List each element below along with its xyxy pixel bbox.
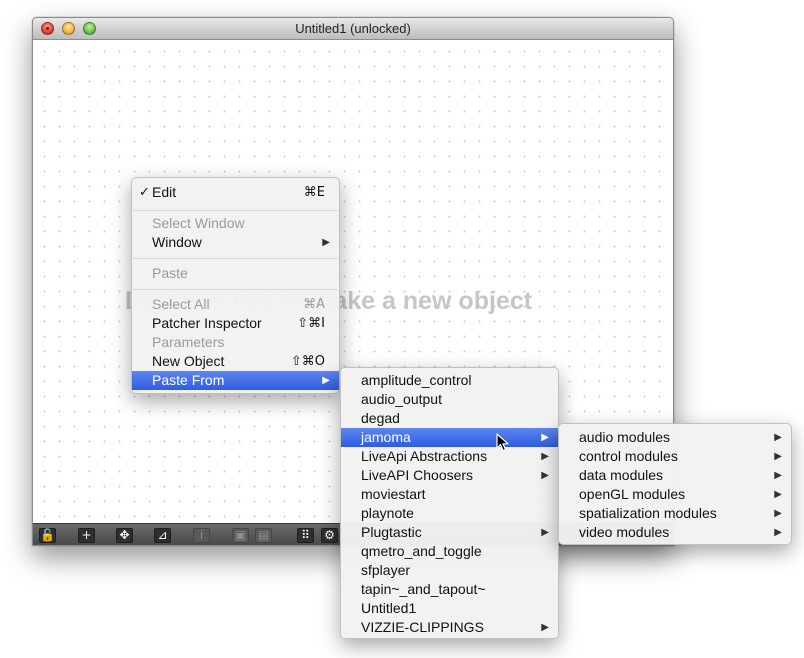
menu-item-spatialization-modules[interactable]: spatialization modules ▶ [559, 504, 791, 523]
submenu-arrow-icon: ▶ [774, 508, 782, 519]
submenu-arrow-icon: ▶ [541, 527, 549, 538]
object-icon[interactable]: ▣ [232, 528, 249, 543]
menu-item-video-modules[interactable]: video modules ▶ [559, 523, 791, 542]
minimize-window-button[interactable] [62, 22, 75, 35]
menu-item-edit[interactable]: ✓ Edit ⌘E [132, 183, 339, 202]
presentation-icon[interactable]: ⊿ [154, 528, 171, 543]
object-stack-icon[interactable]: ▤ [255, 528, 272, 543]
menu-item-amplitude-control[interactable]: amplitude_control [341, 371, 558, 390]
move-icon[interactable]: ✥ [116, 528, 133, 543]
window-title: Untitled1 (unlocked) [295, 21, 411, 36]
menu-item-liveapi-abstractions[interactable]: LiveApi Abstractions ▶ [341, 447, 558, 466]
grid-icon[interactable]: ⠿ [297, 528, 314, 543]
submenu-arrow-icon: ▶ [774, 451, 782, 462]
submenu-arrow-icon: ▶ [774, 470, 782, 481]
menu-item-degad[interactable]: degad [341, 409, 558, 428]
submenu-arrow-icon: ▶ [541, 451, 549, 462]
menu-item-select-window[interactable]: Select Window [132, 214, 339, 233]
menu-separator [133, 210, 338, 211]
menu-item-sfplayer[interactable]: sfplayer [341, 561, 558, 580]
menu-item-opengl-modules[interactable]: openGL modules ▶ [559, 485, 791, 504]
menu-item-paste[interactable]: Paste [132, 264, 339, 283]
menu-item-data-modules[interactable]: data modules ▶ [559, 466, 791, 485]
menu-item-window[interactable]: Window ▶ [132, 233, 339, 252]
menu-item-paste-from[interactable]: Paste From ▶ [132, 371, 339, 390]
submenu-arrow-icon: ▶ [541, 622, 549, 633]
menu-item-audio-modules[interactable]: audio modules ▶ [559, 428, 791, 447]
jamoma-submenu: audio modules ▶ control modules ▶ data mod… [558, 423, 792, 545]
menu-item-control-modules[interactable]: control modules ▶ [559, 447, 791, 466]
menu-item-untitled1[interactable]: Untitled1 [341, 599, 558, 618]
lock-icon[interactable]: 🔓 [39, 528, 56, 543]
plus-icon[interactable]: + [78, 528, 95, 543]
title-bar[interactable]: Untitled1 (unlocked) [33, 18, 673, 40]
submenu-arrow-icon: ▶ [541, 470, 549, 481]
checkmark-icon: ✓ [139, 185, 150, 200]
menu-item-parameters[interactable]: Parameters [132, 333, 339, 352]
menu-item-tapin-and-tapout[interactable]: tapin~_and_tapout~ [341, 580, 558, 599]
submenu-arrow-icon: ▶ [322, 237, 330, 248]
submenu-arrow-icon: ▶ [541, 432, 549, 443]
menu-separator [133, 258, 338, 259]
menu-item-new-object[interactable]: New Object ⇧⌘O [132, 352, 339, 371]
menu-item-plugtastic[interactable]: Plugtastic ▶ [341, 523, 558, 542]
submenu-arrow-icon: ▶ [774, 489, 782, 500]
menu-item-patcher-inspector[interactable]: Patcher Inspector ⇧⌘I [132, 314, 339, 333]
menu-item-audio-output[interactable]: audio_output [341, 390, 558, 409]
menu-item-jamoma[interactable]: jamoma ▶ [341, 428, 558, 447]
menu-item-liveapi-choosers[interactable]: LiveAPI Choosers ▶ [341, 466, 558, 485]
close-window-button[interactable] [41, 22, 54, 35]
context-menu: ✓ Edit ⌘E Select Window Window ▶ Paste S… [131, 177, 340, 394]
menu-item-select-all[interactable]: Select All ⌘A [132, 295, 339, 314]
submenu-arrow-icon: ▶ [774, 432, 782, 443]
zoom-window-button[interactable] [83, 22, 96, 35]
paste-from-submenu: amplitude_control audio_output degad jam… [340, 367, 559, 639]
info-icon[interactable]: i [193, 528, 210, 543]
submenu-arrow-icon: ▶ [322, 375, 330, 386]
menu-separator [133, 289, 338, 290]
menu-item-vizzie-clippings[interactable]: VIZZIE-CLIPPINGS ▶ [341, 618, 558, 637]
mouse-pointer-icon [496, 433, 509, 452]
menu-item-playnote[interactable]: playnote [341, 504, 558, 523]
gear-icon[interactable]: ⚙ [321, 528, 338, 543]
menu-item-qmetro-and-toggle[interactable]: qmetro_and_toggle [341, 542, 558, 561]
menu-item-moviestart[interactable]: moviestart [341, 485, 558, 504]
submenu-arrow-icon: ▶ [774, 527, 782, 538]
